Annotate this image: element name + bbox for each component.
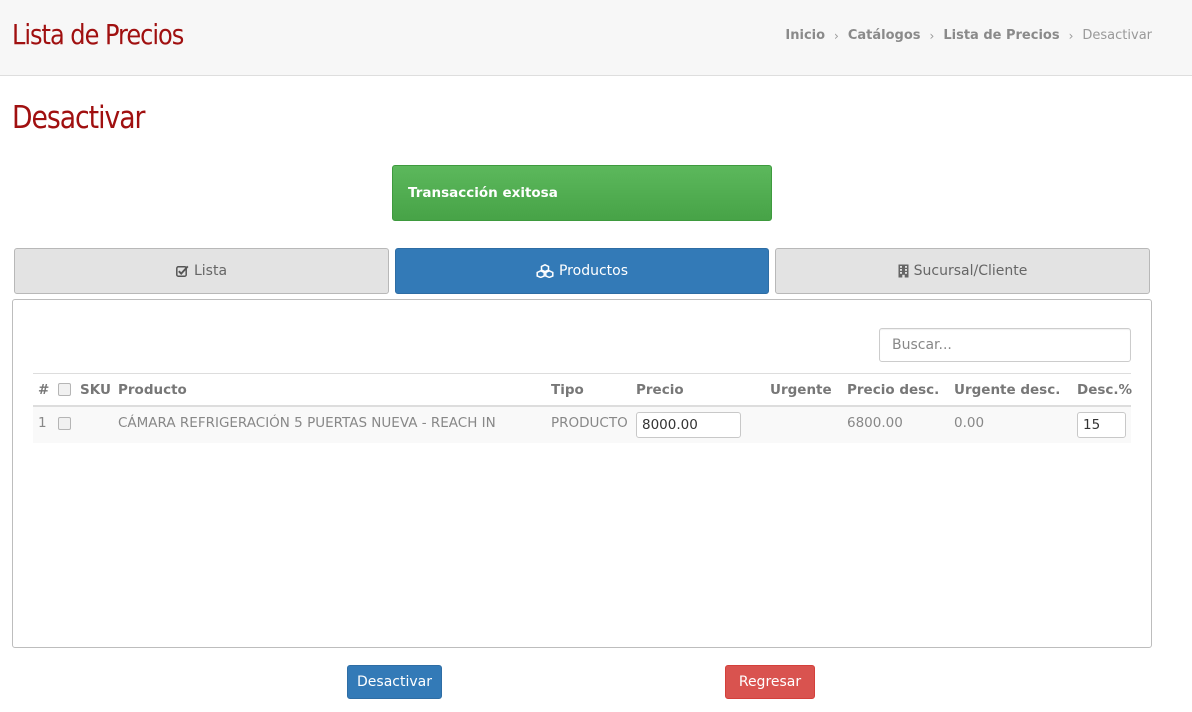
deactivate-button-label: Desactivar [357,674,432,690]
tab-sucursal-cliente[interactable]: Sucursal/Cliente [775,248,1150,294]
row-precio-desc: 6800.00 [847,415,903,431]
cubes-icon [536,264,554,278]
column-header-producto: Producto [118,382,187,398]
breadcrumb-item-lista-de-precios[interactable]: Lista de Precios [943,28,1059,43]
check-square-icon [176,265,189,277]
row-tipo: PRODUCTO [551,415,628,431]
column-header-tipo: Tipo [551,382,584,398]
column-header-precio: Precio [636,382,684,398]
column-header-sku: SKU [80,382,111,398]
breadcrumb-current: Desactivar [1082,28,1152,43]
search-input[interactable] [879,328,1131,362]
breadcrumb-item-catalogos[interactable]: Catálogos [848,28,921,43]
tab-lista-label: Lista [193,263,228,279]
column-header-desc-pct: Desc.% [1077,382,1133,398]
breadcrumb-separator: › [834,28,839,43]
deactivate-button[interactable]: Desactivar [347,665,442,699]
breadcrumb-item-inicio[interactable]: Inicio [785,28,825,43]
column-header-precio-desc: Precio desc. [847,382,940,398]
breadcrumb: Inicio › Catálogos › Lista de Precios › … [785,28,1152,43]
row-urgente-desc: 0.00 [954,415,985,431]
top-bar: Lista de Precios Inicio › Catálogos › Li… [0,0,1192,76]
precio-input[interactable] [636,412,741,438]
select-all-checkbox[interactable] [58,383,71,396]
column-header-urgente-desc: Urgente desc. [954,382,1061,398]
success-alert: Transacción exitosa [392,165,772,221]
breadcrumb-separator: › [929,28,935,43]
tab-productos[interactable]: Productos [395,248,769,294]
back-button[interactable]: Regresar [725,665,815,699]
tab-productos-label: Productos [558,263,628,279]
products-table: # SKU Producto Tipo Precio Urgente Preci… [33,373,1133,443]
building-icon [898,264,909,278]
breadcrumb-separator: › [1068,28,1074,43]
table-header: # SKU Producto Tipo Precio Urgente Preci… [33,373,1133,407]
row-number: 1 [38,415,47,431]
app-title: Lista de Precios [12,18,184,51]
column-header-urgente: Urgente [770,382,832,398]
back-button-label: Regresar [738,674,802,690]
column-header-number: # [38,382,50,398]
products-panel: # SKU Producto Tipo Precio Urgente Preci… [12,299,1152,648]
alert-message: Transacción exitosa [408,185,558,201]
row-checkbox[interactable] [58,417,71,430]
tab-sucursal-cliente-label: Sucursal/Cliente [913,263,1028,279]
page-title: Desactivar [12,100,145,136]
row-producto: CÁMARA REFRIGERACIÓN 5 PUERTAS NUEVA - R… [118,415,496,431]
desc-pct-input[interactable] [1077,412,1126,438]
tab-lista[interactable]: Lista [14,248,389,294]
table-row: 1 CÁMARA REFRIGERACIÓN 5 PUERTAS NUEVA -… [33,407,1131,443]
